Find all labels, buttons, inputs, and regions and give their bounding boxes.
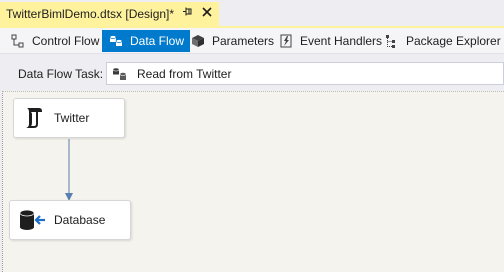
tab-event-handlers-label: Event Handlers [300,34,383,48]
component-database-label: Database [54,213,106,227]
pin-icon[interactable] [180,6,194,20]
designer-tab-bar: Control Flow Data Flow Parameters Event … [0,28,504,54]
destination-icon [10,208,54,232]
task-selector-label: Data Flow Task: [18,67,104,81]
control-flow-icon [11,34,24,48]
data-flow-task-icon [112,67,127,80]
tab-parameters[interactable]: Parameters [184,30,280,52]
document-tab-title: TwitterBimlDemo.dtsx [Design]* [6,7,175,21]
document-tab-strip: TwitterBimlDemo.dtsx [Design]* [0,0,504,26]
close-icon[interactable] [199,5,215,21]
data-flow-task-select[interactable]: Read from Twitter [106,62,504,85]
data-flow-task-value: Read from Twitter [137,66,232,81]
parameters-icon [192,35,204,47]
data-flow-canvas[interactable]: Twitter Database [2,91,504,272]
component-database[interactable]: Database [9,200,131,240]
tab-package-explorer-label: Package Explorer [406,34,501,48]
tab-parameters-label: Parameters [212,34,275,48]
tab-event-handlers[interactable]: Event Handlers [272,30,388,52]
document-tab[interactable]: TwitterBimlDemo.dtsx [Design]* [0,2,219,26]
event-handlers-icon [280,34,292,48]
package-explorer-icon [386,35,395,48]
component-twitter-label: Twitter [54,111,90,125]
data-flow-icon [109,35,123,46]
tab-data-flow[interactable]: Data Flow [102,30,191,52]
tab-control-flow[interactable]: Control Flow [4,30,105,52]
tab-data-flow-label: Data Flow [130,34,185,48]
tab-package-explorer[interactable]: Package Explorer [378,30,504,52]
script-component-icon [14,106,54,130]
tab-control-flow-label: Control Flow [32,34,100,48]
component-twitter[interactable]: Twitter [13,98,125,138]
